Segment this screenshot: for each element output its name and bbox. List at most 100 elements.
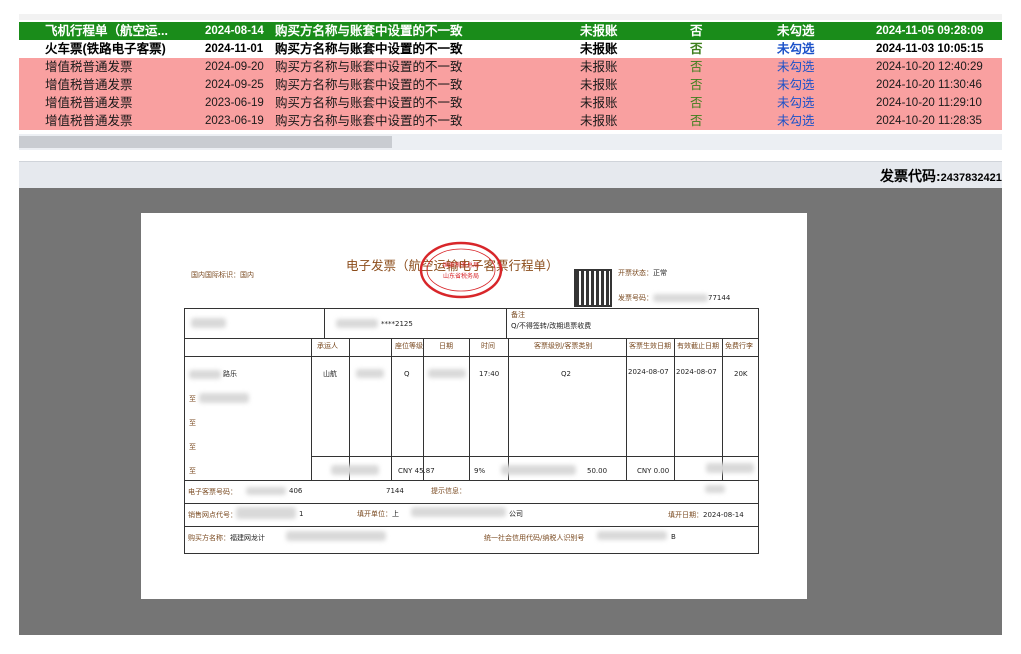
credit-label: 统一社会信用代码/纳税人识别号 [484,534,585,542]
cell-type: 飞机行程单（航空运... [45,24,168,38]
fare-total: 50.00 [587,467,608,475]
fare-amount: CNY 45.87 [398,467,435,475]
redacted-block [331,465,379,475]
prompt-label: 提示信息： [431,487,466,495]
redacted-block [336,319,378,328]
frame-line [184,553,759,554]
fuel-amount: CNY 0.00 [637,467,670,475]
trip-to-4: 至 [189,467,196,475]
table-row[interactable]: 增值税普通发票 2023-06-19 购买方名称与账套中设置的不一致 未报账 否 未勾选 2… [19,112,1002,130]
horizontal-scrollbar[interactable] [19,134,1002,150]
trip-to-2: 至 [189,419,196,427]
stamp-line-1: 国家税务总局 [443,261,479,269]
table-row[interactable]: 增值税普通发票 2023-06-19 购买方名称与账套中设置的不一致 未报账 否 未勾选 2… [19,94,1002,112]
issuer-suffix: 公司 [509,510,523,518]
remark-text: Q/不得签转/改期退票收费 [511,322,592,330]
trip-to-3: 至 [189,443,196,451]
cell-flag: 否 [690,24,703,38]
agent-label: 销售网点代号： [188,511,237,519]
cell-check[interactable]: 未勾选 [777,58,837,76]
eticket-mid: 406 [289,487,303,495]
cell-time: 2024-10-20 11:28:35 [876,115,982,127]
frame-line [184,503,759,504]
table-row[interactable]: 增值税普通发票 2024-09-20 购买方名称与账套中设置的不一致 未报账 否 未勾选 2… [19,58,1002,76]
invoice-app: 飞机行程单（航空运... 2024-08-14 购买方名称与账套中设置的不一致 未报账… [19,14,1002,635]
frame-line [626,338,627,480]
cell-reason: 购买方名称与账套中设置的不一致 [275,42,463,56]
cell-flag: 否 [690,78,703,92]
redacted-block [501,465,576,475]
frame-line [506,308,507,338]
frame-line [184,308,185,554]
cell-date: 2024-08-14 [205,25,264,37]
remark-header: 备注 [511,311,525,319]
redacted-block [597,531,667,540]
number-label: 发票号码： [618,294,653,302]
issuer-label-text: 填开单位： [357,510,392,518]
frame-line [184,356,759,357]
agent-tail: 1 [299,510,304,518]
redacted-block [356,369,384,378]
cell-flag: 否 [690,42,703,56]
table-row[interactable]: 火车票(铁路电子客票) 2024-11-01 购买方名称与账套中设置的不一致 未报账 否… [19,40,1002,58]
eticket-label: 电子客票号码： [188,488,237,496]
buyer-value: 福建网龙计 [230,534,265,542]
table-row[interactable]: 飞机行程单（航空运... 2024-08-14 购买方名称与账套中设置的不一致 未报账… [19,22,1002,40]
trip-to-1: 至 [189,395,196,403]
col-class: 座位等级 [395,342,423,350]
frame-line [391,338,392,480]
invoice-image: 电子发票（航空运输电子客票行程单） 国家税务总局 山东省税务局 国内国际标识：国… [141,213,807,599]
frame-line [184,480,759,481]
cell-status: 未报账 [580,114,618,128]
trip-carrier: 山航 [323,370,337,378]
redacted-block [191,318,226,328]
invoice-info-bar: 发票代码:24378324211 [19,161,1002,188]
number-tail: 77144 [708,294,731,302]
trip-class: Q [404,370,410,378]
cell-time: 2024-11-03 10:05:15 [876,43,984,55]
stamp-line-2: 山东省税务局 [443,272,479,280]
cell-check[interactable]: 未勾选 [777,112,837,130]
redacted-block [236,507,296,519]
frame-line [423,338,424,480]
trip-valid-from: 2024-08-07 [628,368,669,376]
frame-line [349,338,350,480]
redacted-block [286,531,386,541]
issuer-prefix: 上 [392,510,399,518]
cell-status: 未报账 [580,42,618,56]
redacted-block [199,393,249,403]
redacted-block [706,463,754,473]
invoice-code-label: 发票代码: [880,168,941,184]
frame-line [184,308,759,309]
frame-line [508,338,509,480]
cell-check[interactable]: 未勾选 [777,76,837,94]
cell-status: 未报账 [580,60,618,74]
table-row[interactable]: 增值税普通发票 2024-09-25 购买方名称与账套中设置的不一致 未报账 否 未勾选 2… [19,76,1002,94]
cell-check[interactable]: 未勾选 [777,94,837,112]
frame-line [311,456,759,457]
redacted-block [246,487,286,495]
frame-line [184,338,759,339]
intl-flag: 国内国际标识：国内 [191,270,254,280]
cell-type: 火车票(铁路电子客票) [45,42,166,56]
cell-flag: 否 [690,96,703,110]
tax-stamp-icon: 国家税务总局 山东省税务局 [419,241,503,299]
frame-line [311,338,312,480]
col-date: 日期 [439,342,453,350]
cell-reason: 购买方名称与账套中设置的不一致 [275,96,463,110]
cell-status: 未报账 [580,24,618,38]
cell-check[interactable]: 未勾选 [777,40,837,58]
cell-check[interactable]: 未勾选 [777,22,837,40]
cell-date: 2024-09-25 [205,79,264,91]
ticket-status: 开票状态：正常 [618,268,667,278]
frame-line [674,338,675,480]
cell-reason: 购买方名称与账套中设置的不一致 [275,24,463,38]
cell-type: 增值税普通发票 [45,114,133,128]
scrollbar-thumb[interactable] [19,136,392,148]
trip-fare: Q2 [561,370,571,378]
invoice-code: 发票代码:24378324211 [880,166,1002,186]
cell-time: 2024-11-05 09:28:09 [876,25,984,37]
trip-baggage: 20K [734,370,748,378]
cell-type: 增值税普通发票 [45,78,133,92]
cell-time: 2024-10-20 12:40:29 [876,61,983,73]
